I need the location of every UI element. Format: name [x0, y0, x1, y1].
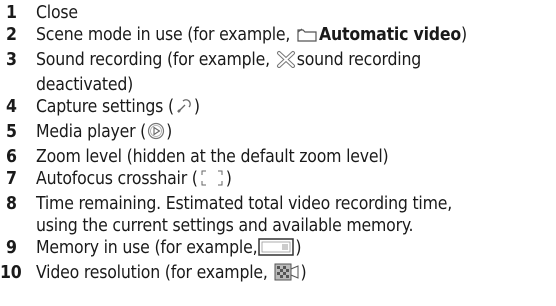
item-number: 3 — [6, 50, 17, 70]
item-number: 1 — [6, 3, 17, 23]
item-text: Capture settings ( — [36, 97, 174, 117]
item-text: Sound recording (for example, — [36, 50, 275, 70]
item-text: Video resolution (for example, — [36, 263, 273, 283]
scene-mode-automatic-icon — [296, 27, 318, 49]
list-item: 6 Zoom level (hidden at the default zoom… — [0, 146, 556, 168]
item-number: 4 — [6, 97, 17, 117]
memory-card-icon — [258, 238, 295, 262]
list-item: 7 Autofocus crosshair () — [0, 168, 556, 193]
list-item: 9 Memory in use (for example,) — [0, 237, 556, 262]
wrench-icon — [175, 97, 193, 121]
item-number: 7 — [6, 169, 17, 189]
list-item: 4 Capture settings () — [0, 96, 556, 121]
item-text: Autofocus crosshair ( — [36, 169, 198, 189]
item-text: Zoom level (hidden at the default zoom l… — [36, 147, 389, 167]
list-item-continuation: deactivated) — [36, 75, 134, 95]
list-item: 3 Sound recording (for example, sound re… — [0, 49, 556, 74]
list-item: 2 Scene mode in use (for example, Automa… — [0, 24, 556, 49]
scene-mode-label: Automatic video — [319, 25, 461, 45]
item-text: Close — [36, 3, 78, 23]
item-number: 6 — [6, 147, 17, 167]
legend-list: 1 Close 2 Scene mode in use (for example… — [0, 0, 556, 287]
item-number: 2 — [6, 25, 17, 45]
item-text: Time remaining. Estimated total video re… — [36, 194, 453, 214]
sound-recording-off-icon — [276, 50, 296, 74]
list-item: 5 Media player () — [0, 121, 556, 146]
item-text: Memory in use (for example, — [36, 238, 258, 258]
item-number: 5 — [6, 122, 17, 142]
item-text: Scene mode in use (for example, — [36, 25, 296, 45]
item-number: 8 — [6, 194, 17, 214]
item-number: 9 — [6, 238, 17, 258]
crosshair-icon — [199, 169, 225, 193]
list-item-continuation: using the current settings and available… — [36, 216, 414, 236]
video-resolution-icon — [274, 263, 300, 287]
play-icon — [147, 122, 165, 146]
list-item: 10 Video resolution (for example, ) — [0, 262, 556, 287]
item-text: Media player ( — [36, 122, 147, 142]
item-number: 10 — [0, 263, 22, 283]
list-item: 8 Time remaining. Estimated total video … — [0, 193, 556, 215]
list-item: 1 Close — [0, 2, 556, 24]
